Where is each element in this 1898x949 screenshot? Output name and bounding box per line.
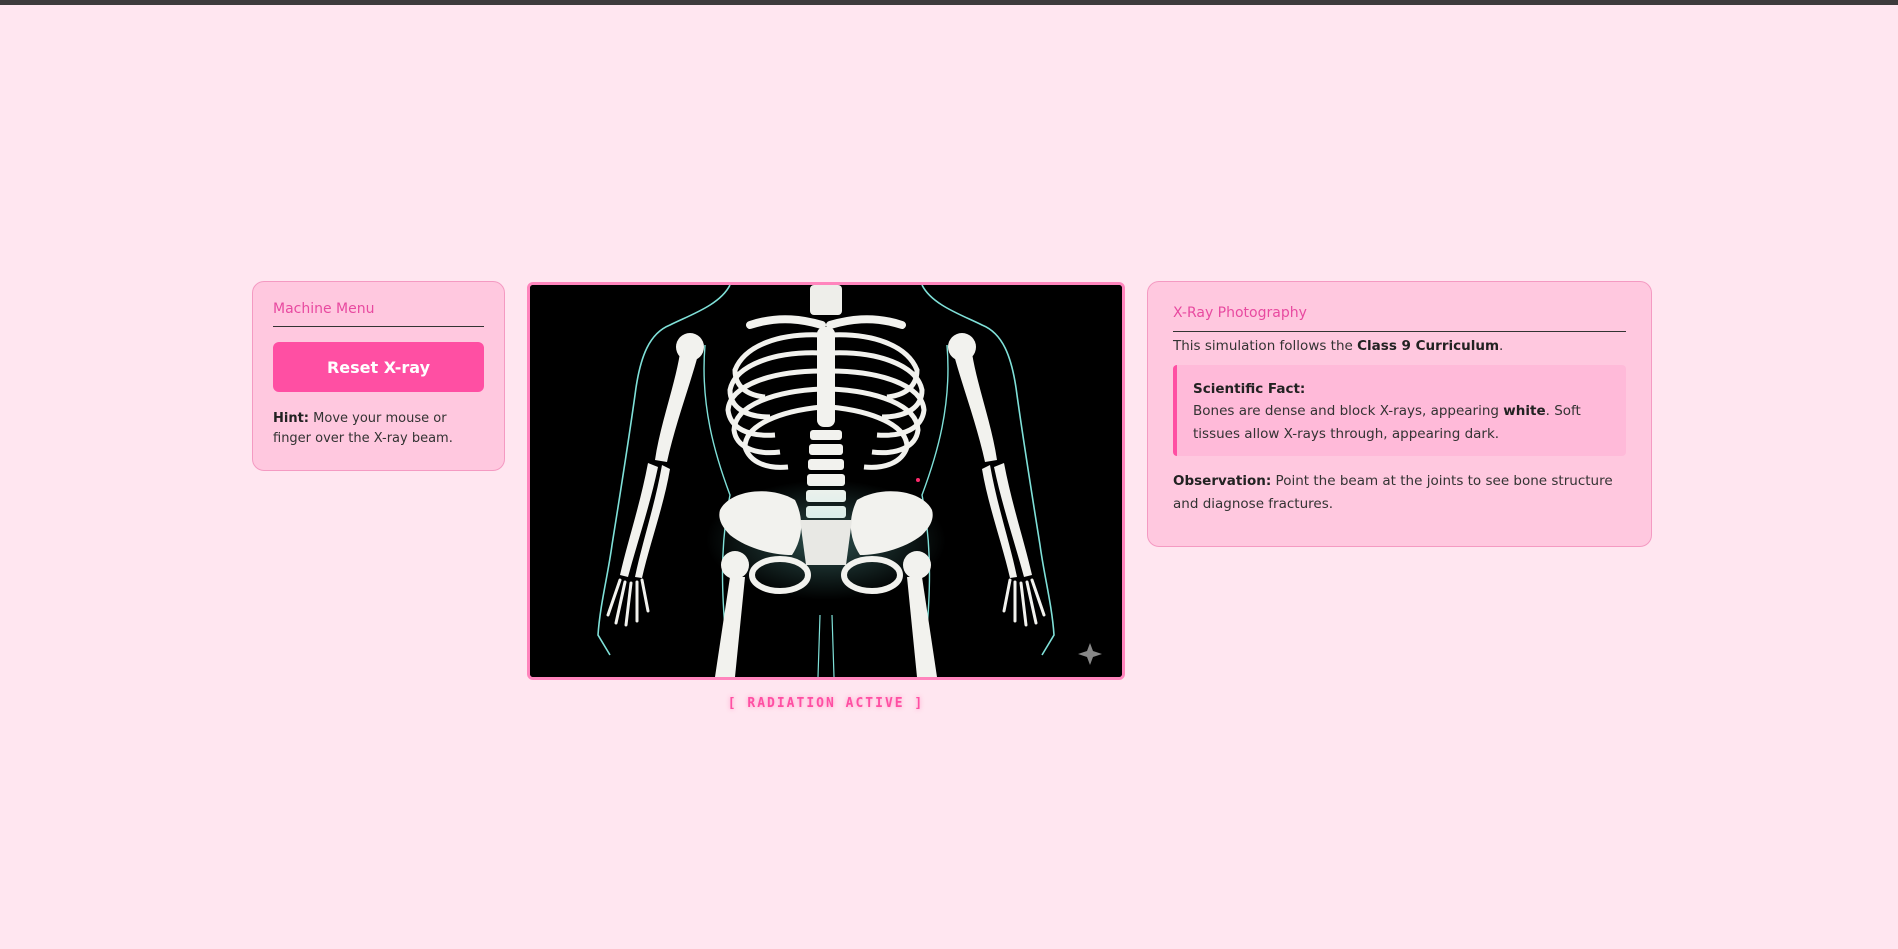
curriculum-name: Class 9 Curriculum: [1357, 338, 1500, 355]
xray-viewer[interactable]: [527, 282, 1125, 680]
fact-text: Bones are dense and block X-rays, appear…: [1193, 400, 1610, 446]
machine-menu-title: Machine Menu: [273, 301, 484, 328]
info-title: X-Ray Photography: [1173, 305, 1626, 333]
machine-menu-panel: Machine Menu Reset X-ray Hint: Move your…: [252, 281, 505, 471]
fact-title: Scientific Fact:: [1193, 381, 1306, 398]
fact-prefix: Bones are dense and block X-rays, appear…: [1193, 403, 1504, 420]
intro-suffix: .: [1499, 338, 1504, 355]
hint-label: Hint:: [273, 411, 310, 427]
reset-xray-button[interactable]: Reset X-ray: [273, 342, 484, 393]
scientific-fact-box: Scientific Fact: Bones are dense and blo…: [1173, 365, 1626, 457]
fact-bold: white: [1503, 403, 1546, 420]
intro-prefix: This simulation follows the: [1173, 338, 1358, 355]
radiation-status: [ RADIATION ACTIVE ]: [727, 696, 925, 711]
top-bar: [0, 0, 1898, 5]
observation-text: Observation: Point the beam at the joint…: [1173, 470, 1626, 516]
xray-beam-dot: [916, 478, 920, 482]
xray-skeleton-image[interactable]: [530, 285, 1122, 677]
hint-text: Hint: Move your mouse or finger over the…: [273, 409, 484, 449]
observation-label: Observation:: [1173, 473, 1272, 490]
info-panel: X-Ray Photography This simulation follow…: [1147, 281, 1652, 547]
curriculum-text: This simulation follows the Class 9 Curr…: [1173, 338, 1626, 354]
